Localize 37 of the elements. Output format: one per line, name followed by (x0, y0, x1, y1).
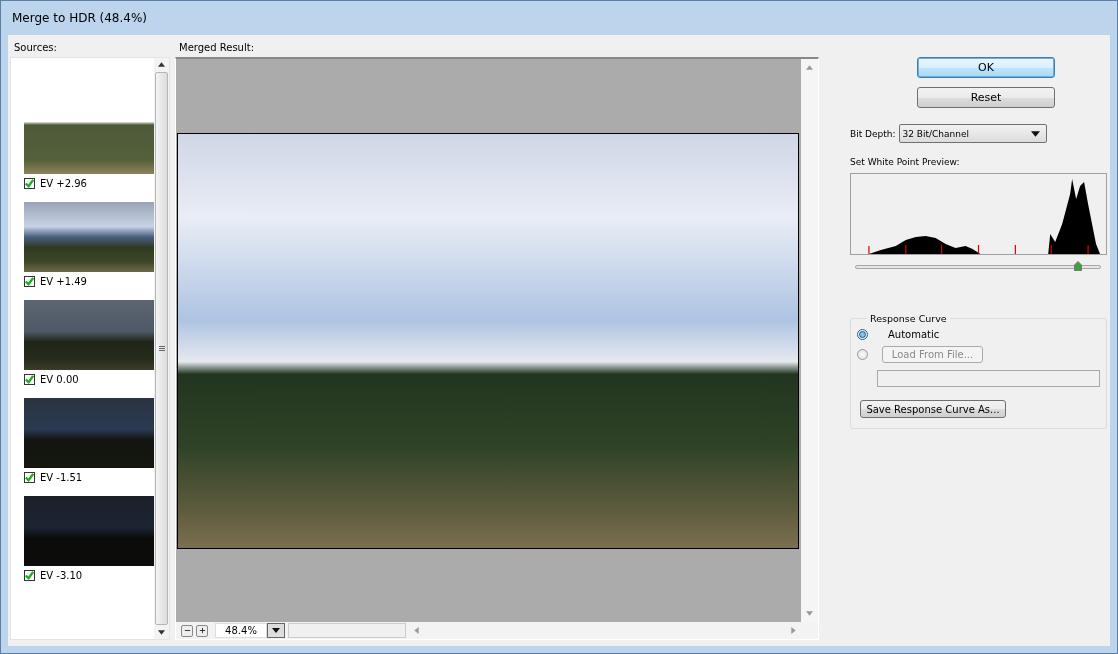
checkbox[interactable] (24, 373, 35, 385)
window-title: Merge to HDR (48.4%) (12, 11, 148, 25)
checkbox[interactable] (24, 569, 35, 581)
zoom-dropdown-button[interactable] (267, 623, 285, 638)
bit-depth-dropdown[interactable]: 32 Bit/Channel (898, 124, 1047, 143)
automatic-label: Automatic (888, 329, 940, 340)
group-title: Response Curve (869, 313, 948, 324)
reset-button[interactable]: Reset (917, 87, 1055, 108)
preview-label: Set White Point Preview: (850, 157, 961, 167)
ok-button[interactable]: OK (917, 57, 1055, 78)
checkbox[interactable] (24, 177, 35, 189)
left-arrow-icon[interactable] (414, 627, 419, 634)
exposure-label: EV 0.00 (40, 373, 79, 385)
down-arrow-icon[interactable] (158, 630, 165, 635)
radio-button[interactable] (857, 329, 868, 340)
file-path-field[interactable] (877, 370, 1100, 387)
exposure-label: EV -1.51 (40, 471, 83, 483)
zoom-field[interactable]: 48.4% (215, 623, 267, 638)
zoom-out-button[interactable] (181, 624, 193, 637)
exposure-label: EV -3.10 (40, 569, 83, 581)
minus-icon (183, 627, 191, 634)
sources-label: Sources: (13, 40, 58, 55)
zoom-in-button[interactable] (196, 624, 208, 637)
plus-icon (198, 627, 206, 634)
exposure-label: EV +1.49 (40, 275, 87, 287)
checkbox[interactable] (24, 471, 35, 483)
exposure-label: EV +2.96 (40, 177, 87, 189)
checkbox[interactable] (24, 275, 35, 287)
caret-icon (1030, 130, 1040, 137)
merged-result-label: Merged Result: (178, 40, 255, 55)
bit-depth-label: Bit Depth: (850, 128, 896, 139)
right-arrow-icon[interactable] (791, 627, 796, 634)
save-curve-button[interactable]: Save Response Curve As... (860, 400, 1006, 418)
slider-thumb[interactable] (1074, 261, 1083, 271)
caret-icon (272, 628, 280, 633)
grip-icon (158, 346, 165, 351)
up-arrow-icon[interactable] (158, 62, 165, 67)
